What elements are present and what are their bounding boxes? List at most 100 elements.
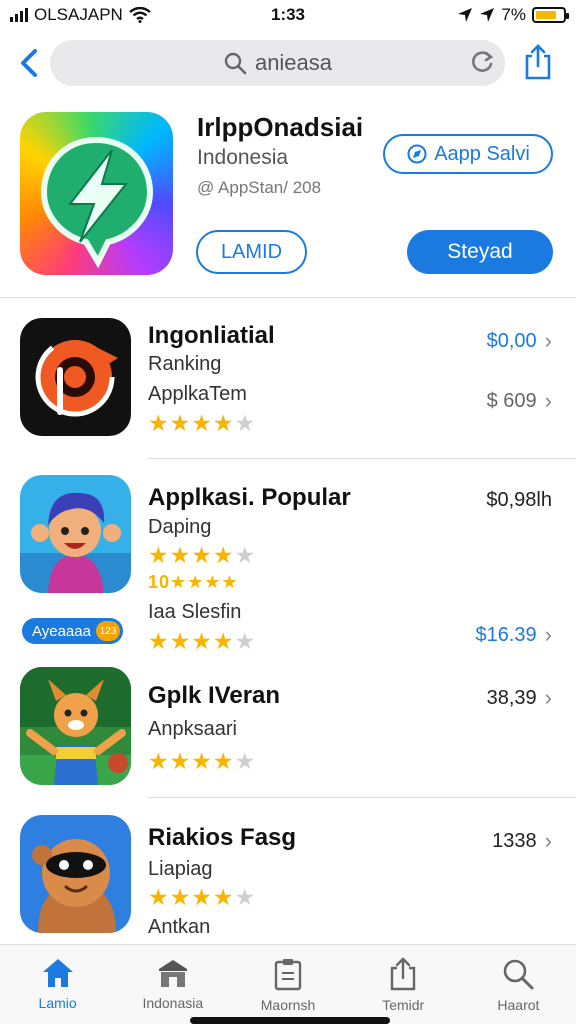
search-query: anieasa (254, 50, 333, 75)
app-subtitle: Antkan (148, 916, 211, 938)
star-filled-icon: ★ (148, 628, 169, 654)
star-filled-icon: ★ (191, 410, 212, 436)
rating-stars: ★ ★ ★ ★ ★ (148, 544, 255, 567)
battery-percent: 7% (501, 5, 526, 24)
star-empty-icon: ★ (234, 410, 256, 436)
star-filled-icon: ★ (169, 628, 191, 654)
star-empty-icon: ★ (234, 748, 256, 774)
star-filled-icon: ★ (212, 884, 234, 910)
star-filled-icon: ★ (169, 410, 191, 436)
star-filled-icon: ★ (148, 542, 169, 568)
app-title[interactable]: Applkasi. Popular (148, 484, 351, 512)
star-filled-icon: ★ (191, 628, 212, 654)
app-category: Anpksaari (148, 718, 237, 740)
battery-icon (532, 7, 569, 23)
price-label[interactable]: $0,98lh (486, 489, 552, 512)
price-button[interactable]: 38,39 › (487, 685, 552, 711)
coin-icon: 123 (96, 621, 120, 641)
star-filled-icon: ★ (169, 542, 191, 568)
divider (0, 297, 576, 298)
clipboard-icon (274, 959, 302, 991)
divider (148, 458, 576, 459)
star-filled-icon: ★ (212, 542, 234, 568)
chevron-right-icon: › (544, 828, 552, 853)
search-icon (223, 51, 247, 75)
store-icon (158, 960, 187, 987)
price-button[interactable]: 1338 › (492, 828, 552, 854)
star-filled-icon: ★ (212, 410, 234, 436)
featured-app-meta: @ AppStan/ 208 (197, 178, 322, 197)
home-indicator (190, 1017, 390, 1024)
rank-label: 10★★★★ (148, 572, 239, 592)
star-filled-icon: ★ (169, 748, 191, 774)
chevron-right-icon: › (544, 328, 552, 353)
price-button[interactable]: $ 609 › (487, 388, 552, 414)
star-filled-icon: ★ (191, 748, 212, 774)
battery-level (536, 11, 556, 19)
star-filled-icon: ★ (212, 628, 234, 654)
star-filled-icon: ★ (212, 748, 234, 774)
star-empty-icon: ★ (234, 542, 256, 568)
tab-haarot[interactable]: Haarot (461, 945, 576, 1024)
featured-app-subtitle: Indonesia (197, 146, 289, 169)
rating-stars: ★ ★ ★ ★ ★ (148, 412, 255, 435)
back-button[interactable] (14, 46, 44, 80)
search-input[interactable]: anieasa (50, 40, 505, 86)
steyad-button[interactable]: Steyad (407, 230, 553, 274)
home-icon (42, 959, 73, 987)
tab-lamio[interactable]: Lamio (0, 945, 115, 1024)
compass-icon (407, 144, 427, 164)
signal-icon (10, 8, 28, 22)
rating-stars: ★ ★ ★ ★ ★ (148, 750, 255, 773)
app-category: Liapiag (148, 858, 213, 880)
chevron-right-icon: › (544, 685, 552, 710)
app-subtitle: Iaa Slesfin (148, 601, 242, 623)
share-button[interactable] (520, 42, 556, 82)
tab-bar: Lamio Indonasia Maornsh Temidr Haarot (0, 944, 576, 1024)
location-icon (458, 8, 473, 22)
tab-indonasia[interactable]: Indonasia (115, 945, 230, 1024)
tab-temidr[interactable]: Temidr (346, 945, 461, 1024)
star-filled-icon: ★ (148, 410, 169, 436)
price-button[interactable]: $0,00 › (487, 328, 552, 354)
app-icon-applkasi-popular[interactable] (20, 475, 131, 593)
chevron-right-icon: › (544, 622, 552, 647)
tab-maornsh[interactable]: Maornsh (230, 945, 345, 1024)
star-filled-icon: ★ (191, 884, 212, 910)
rating-stars: ★ ★ ★ ★ ★ (148, 630, 255, 653)
star-empty-icon: ★ (234, 628, 256, 654)
lamid-button[interactable]: LAMID (196, 230, 307, 274)
chevron-right-icon: › (544, 388, 552, 413)
divider (148, 797, 576, 798)
promo-badge[interactable]: Ayeaaaa 123 (22, 618, 123, 644)
chevron-left-icon (21, 49, 37, 77)
reload-icon[interactable] (469, 49, 495, 81)
app-title[interactable]: Riakios Fasg (148, 824, 296, 852)
star-empty-icon: ★ (234, 884, 256, 910)
app-subtitle: ApplkaTem (148, 383, 247, 405)
app-category: Daping (148, 516, 212, 538)
featured-app-title: IrlppOnadsiai (197, 112, 364, 142)
star-filled-icon: ★ (148, 884, 169, 910)
app-icon-gplk-iveran[interactable] (20, 667, 131, 785)
share-icon (391, 957, 416, 991)
app-title[interactable]: Gplk IVeran (148, 682, 280, 710)
app-salvi-button[interactable]: Aapp Salvi (383, 134, 553, 174)
wifi-icon (129, 7, 151, 23)
app-icon-ingonliatial[interactable] (20, 318, 131, 436)
status-bar: OLSAJAPN 1:33 7% (0, 0, 576, 30)
star-filled-icon: ★ (191, 542, 212, 568)
search-icon (504, 959, 534, 990)
star-filled-icon: ★ (148, 748, 169, 774)
app-title[interactable]: Ingonliatial (148, 322, 275, 350)
star-filled-icon: ★ (169, 884, 191, 910)
price-button[interactable]: $16.39 › (476, 622, 553, 648)
app-category: Ranking (148, 353, 222, 375)
location-icon (480, 8, 495, 22)
carrier-label: OLSAJAPN (34, 5, 123, 24)
search-row: anieasa (0, 38, 576, 88)
share-icon (525, 44, 551, 80)
featured-app-icon[interactable] (20, 112, 173, 275)
rating-stars: ★ ★ ★ ★ ★ (148, 886, 255, 909)
app-icon-riakios-fasg[interactable] (20, 815, 131, 933)
